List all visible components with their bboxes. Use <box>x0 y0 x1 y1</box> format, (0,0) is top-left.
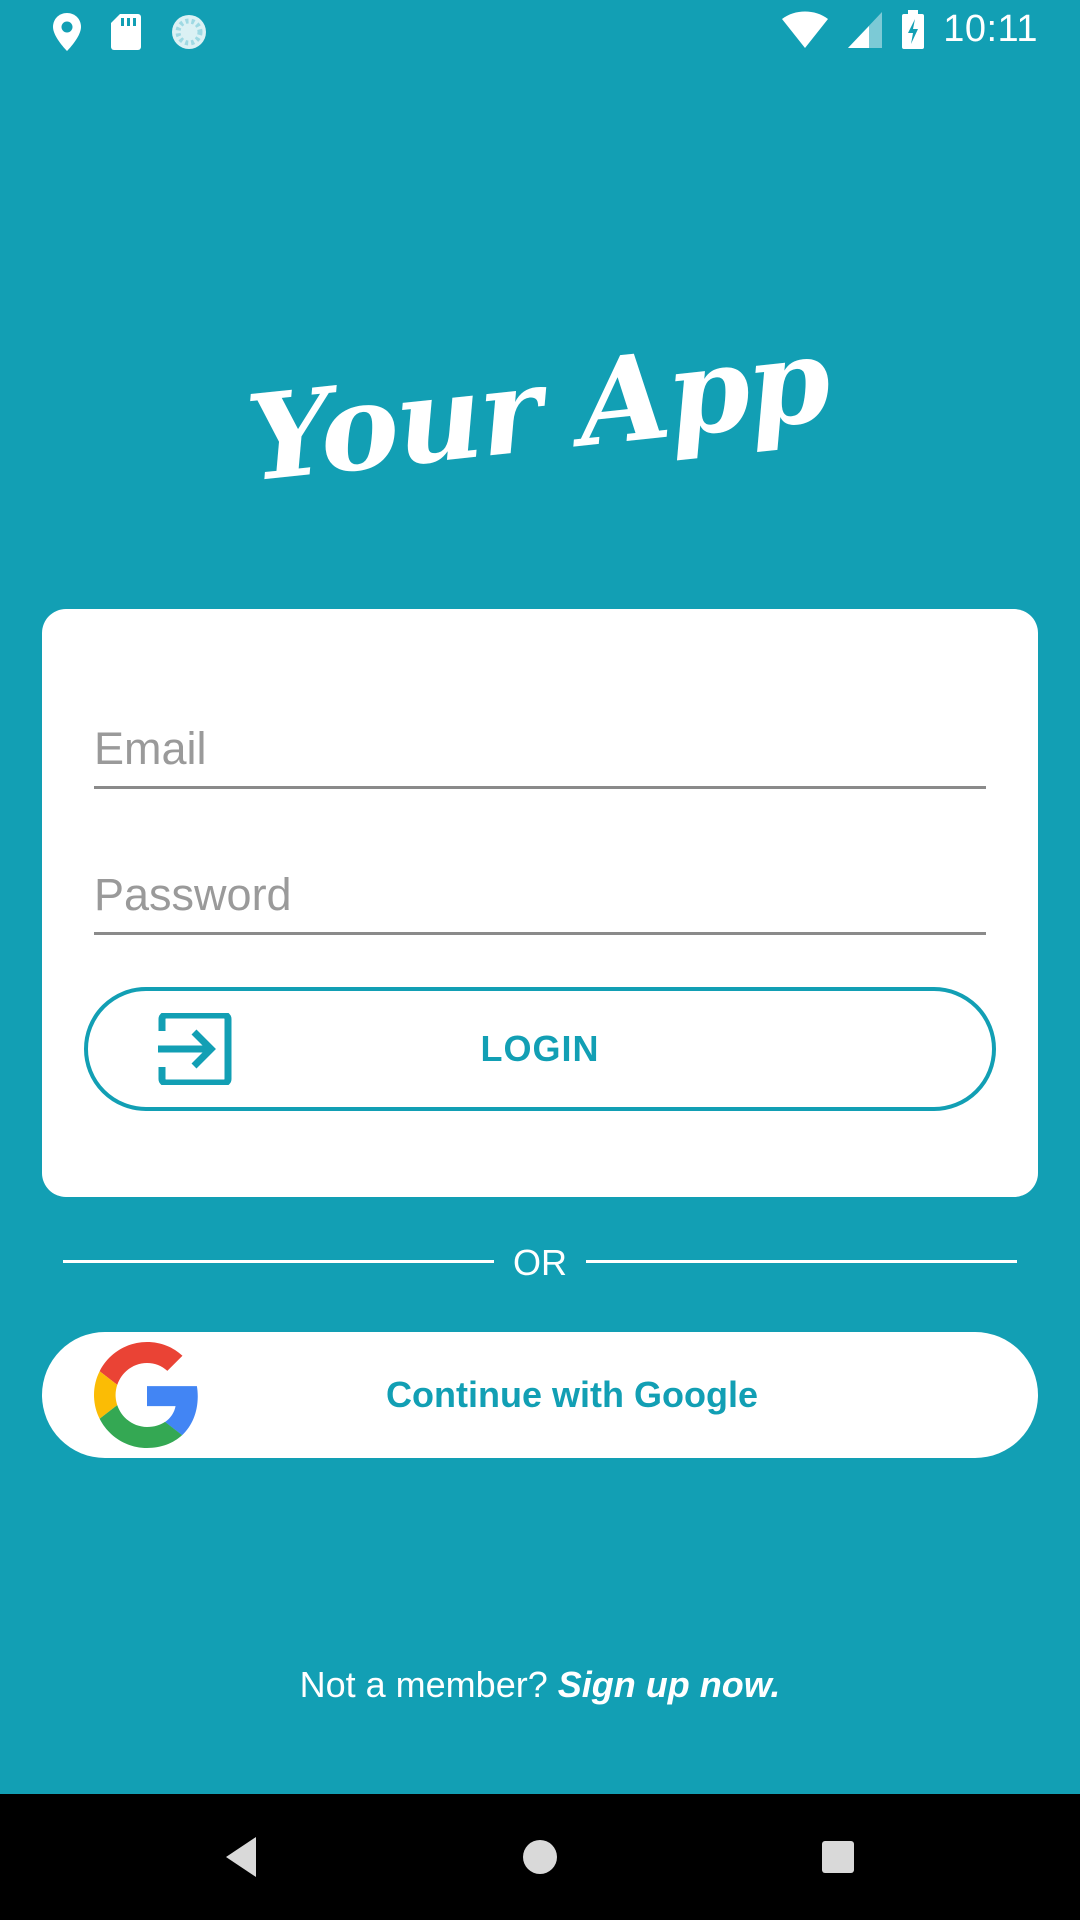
login-card: LOGIN <box>42 609 1038 1197</box>
back-icon[interactable] <box>214 1829 270 1885</box>
app-logo: Your App <box>240 309 835 509</box>
login-button[interactable]: LOGIN <box>84 987 996 1111</box>
wifi-icon <box>782 11 829 48</box>
location-icon <box>53 13 81 51</box>
login-label: LOGIN <box>480 1028 600 1069</box>
sd-card-icon <box>111 14 141 50</box>
google-signin-label: Continue with Google <box>386 1374 758 1415</box>
cell-signal-icon <box>848 11 883 48</box>
google-signin-button[interactable]: Continue with Google <box>42 1332 1038 1458</box>
navigation-bar <box>0 1794 1080 1920</box>
signup-prompt: Not a member? <box>299 1664 558 1705</box>
or-divider-label: OR <box>513 1242 567 1283</box>
status-bar: 10:11 <box>0 0 1080 64</box>
home-icon[interactable] <box>512 1829 568 1885</box>
recents-icon[interactable] <box>810 1829 866 1885</box>
divider-left-line <box>63 1260 494 1263</box>
signup-row: Not a member? Sign up now. <box>0 1664 1080 1706</box>
signup-link[interactable]: Sign up now. <box>558 1664 781 1705</box>
battery-charging-icon <box>902 9 925 49</box>
divider-right-line <box>586 1260 1017 1263</box>
login-screen: 10:11 Your App LOGIN OR Continue with Go… <box>0 0 1080 1920</box>
email-field[interactable] <box>94 712 986 789</box>
status-right-icons: 10:11 <box>781 8 1038 51</box>
password-field[interactable] <box>94 858 986 935</box>
status-left-icons <box>52 12 208 52</box>
status-time: 10:11 <box>943 8 1038 50</box>
sync-icon <box>172 15 206 49</box>
